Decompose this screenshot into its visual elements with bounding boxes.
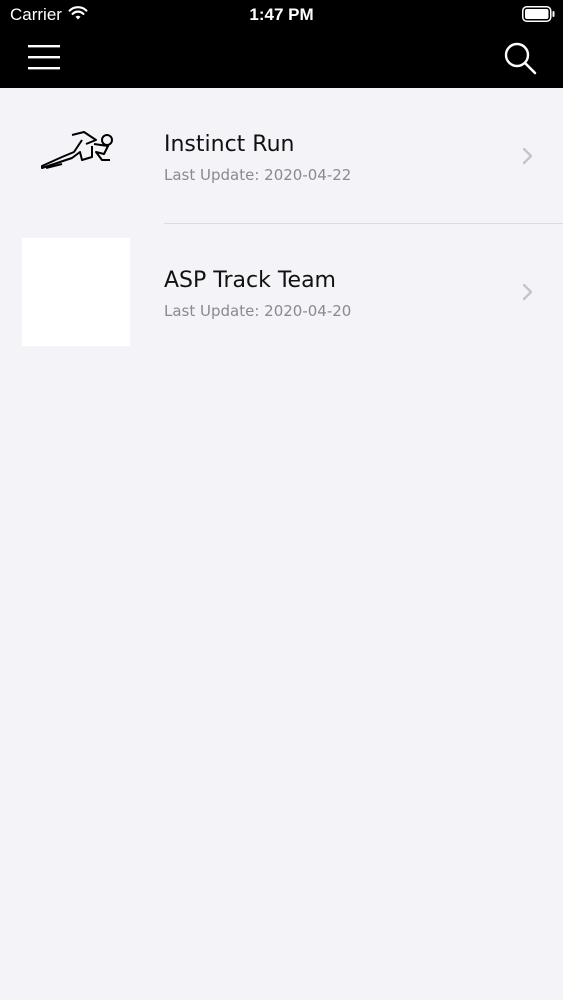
item-subtitle: Last Update: 2020-04-20 bbox=[164, 302, 352, 320]
status-bar: Carrier 1:47 PM bbox=[0, 0, 563, 30]
status-time: 1:47 PM bbox=[249, 5, 314, 24]
list-item[interactable]: Instinct Run Last Update: 2020-04-22 bbox=[0, 88, 563, 224]
item-thumbnail bbox=[22, 238, 130, 346]
item-title: ASP Track Team bbox=[164, 268, 336, 293]
battery-icon bbox=[522, 6, 555, 22]
hamburger-menu-icon[interactable] bbox=[26, 42, 62, 72]
navigation-bar: Carrier 1:47 PM bbox=[0, 0, 563, 88]
runner-icon bbox=[41, 131, 113, 169]
item-list: Instinct Run Last Update: 2020-04-22 ASP… bbox=[0, 88, 563, 360]
chevron-right-icon bbox=[522, 283, 533, 301]
item-title: Instinct Run bbox=[164, 132, 295, 157]
search-icon[interactable] bbox=[502, 40, 538, 76]
chevron-right-icon bbox=[522, 147, 533, 165]
list-item[interactable]: ASP Track Team Last Update: 2020-04-20 bbox=[0, 224, 563, 360]
item-subtitle: Last Update: 2020-04-22 bbox=[164, 166, 352, 184]
